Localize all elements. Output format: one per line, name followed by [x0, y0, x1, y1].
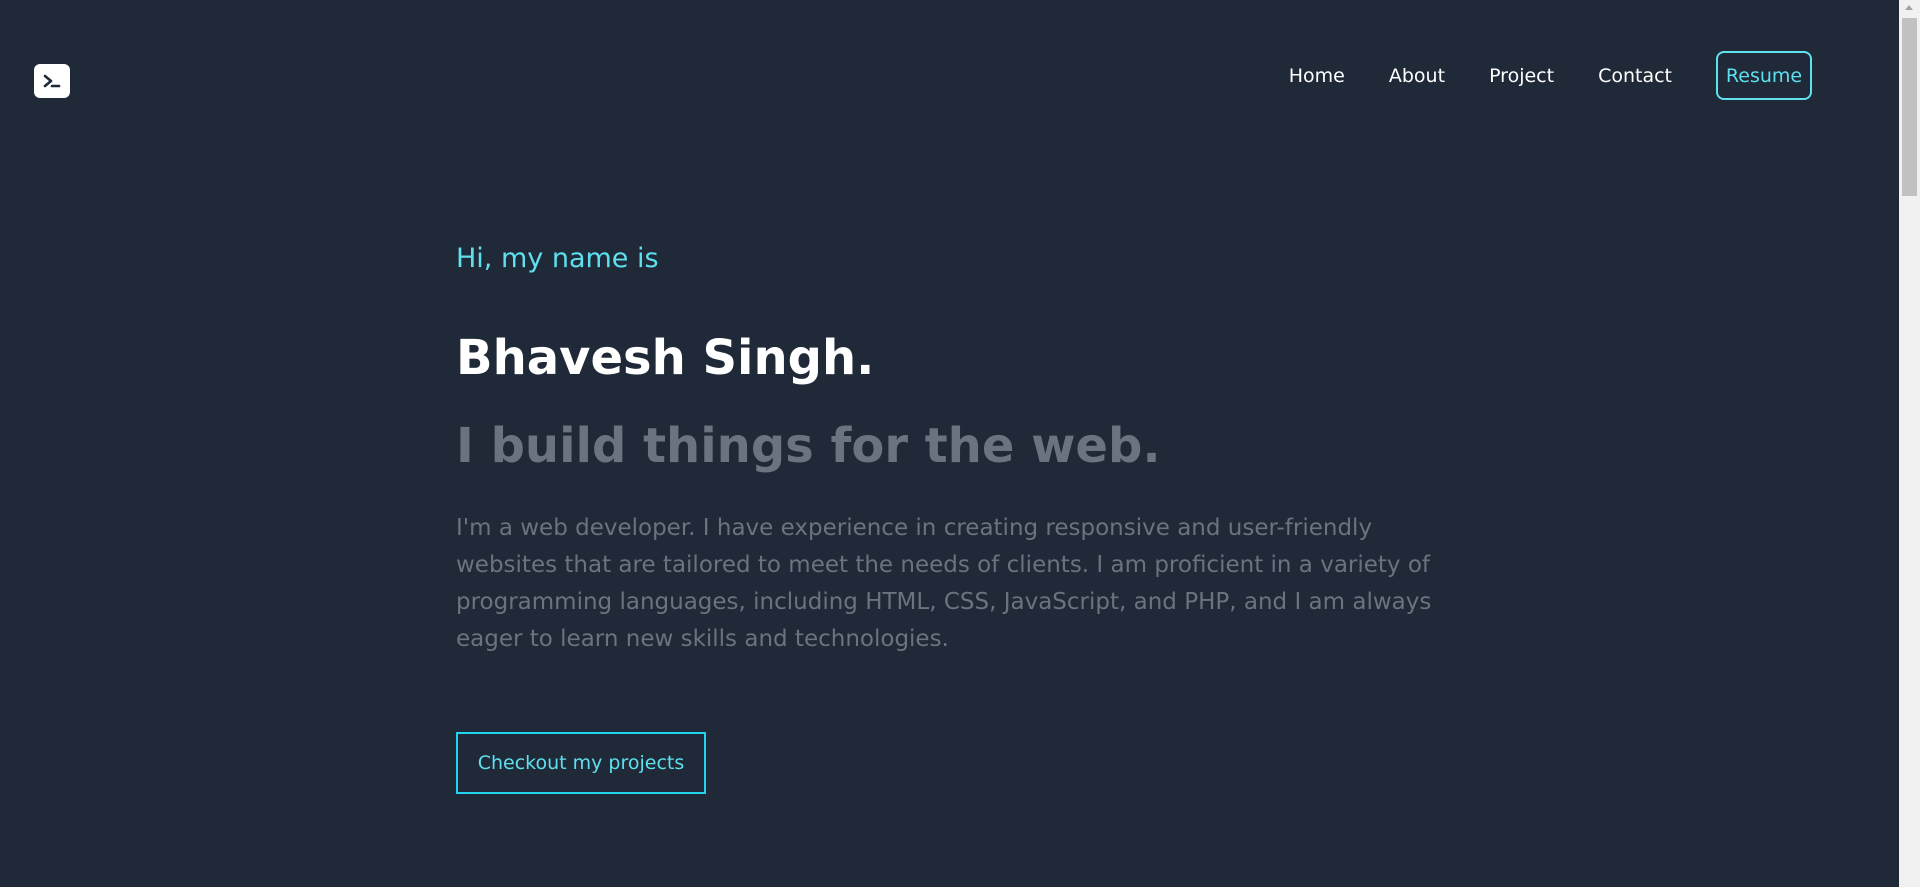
resume-button[interactable]: Resume — [1716, 51, 1812, 100]
main-nav: Home About Project Contact Resume — [1289, 49, 1812, 102]
nav-home-link[interactable]: Home — [1289, 65, 1345, 87]
checkout-projects-button[interactable]: Checkout my projects — [456, 732, 706, 794]
nav-project-link[interactable]: Project — [1489, 65, 1554, 87]
hero-name: Bhavesh Singh. — [456, 330, 875, 386]
scroll-up-icon[interactable] — [1905, 5, 1913, 10]
page: Home About Project Contact Resume Hi, my… — [0, 0, 1920, 887]
terminal-icon — [43, 74, 61, 88]
nav-about-link[interactable]: About — [1389, 65, 1445, 87]
scrollbar[interactable] — [1899, 0, 1920, 887]
hero-greeting: Hi, my name is — [456, 243, 659, 274]
nav-contact-link[interactable]: Contact — [1598, 65, 1672, 87]
hero-tagline: I build things for the web. — [456, 418, 1161, 474]
hero-bio: I'm a web developer. I have experience i… — [456, 515, 1432, 652]
logo[interactable] — [34, 64, 70, 98]
scrollbar-thumb[interactable] — [1902, 18, 1917, 196]
